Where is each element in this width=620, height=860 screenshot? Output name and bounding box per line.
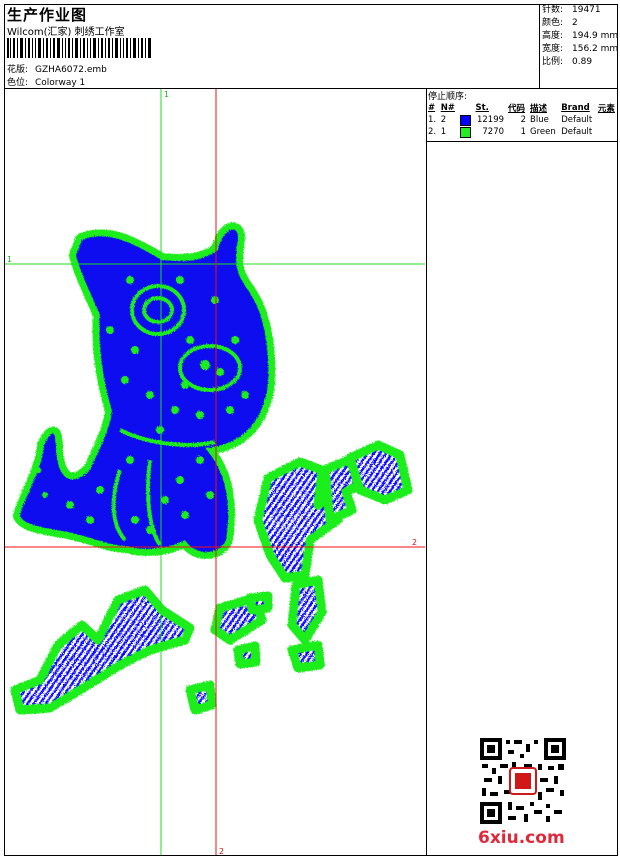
col-index: # — [428, 102, 436, 113]
design-file-row: 花版: GZHA6072.emb — [7, 62, 107, 75]
stat-width: 宽度: 156.2 mm — [542, 44, 619, 54]
stat-colors: 颜色: 2 — [542, 18, 578, 28]
watermark: 6xiu.com — [478, 828, 565, 848]
studio-name: Wilcom(汇家) 刺绣工作室 — [7, 27, 125, 38]
guide-label-h1: 1 — [7, 255, 12, 264]
color-swatch — [459, 114, 471, 126]
col-swatch — [458, 101, 474, 114]
guide-label-v1: 1 — [164, 90, 169, 99]
table-bottom-rule — [426, 141, 618, 142]
col-number: N# — [440, 102, 455, 113]
design-label: 花版: — [7, 65, 29, 75]
guide-label-h2: 2 — [412, 538, 417, 547]
colorway-name: Colorway 1 — [35, 78, 86, 88]
design-file: GZHA6072.emb — [35, 65, 107, 75]
side-divider — [426, 88, 427, 856]
col-stitches: St. — [475, 102, 489, 113]
stats-panel: 针数: 19471 颜色: 2 高度: 194.9 mm 宽度: 156.2 mm 比例… — [539, 4, 618, 88]
stop-sequence-table: # N# St. 代码 描述 Brand 元素 1. 2 12199 2 Blu… — [426, 101, 618, 138]
qr-code — [480, 738, 566, 824]
barcode — [7, 38, 151, 58]
sheet-title: 生产作业图 — [7, 6, 88, 24]
colorway-label: 色位: — [7, 78, 29, 88]
table-row: 2. 1 7270 1 Green Default — [428, 126, 593, 138]
stat-scale: 比例: 0.89 — [542, 57, 593, 67]
stat-height: 高度: 194.9 mm — [542, 31, 619, 41]
col-element: 元素 — [597, 103, 615, 114]
table-header-row: # N# St. 代码 描述 Brand 元素 — [426, 101, 618, 114]
col-desc: 描述 — [530, 103, 548, 114]
colorway-row: 色位: Colorway 1 — [7, 75, 85, 88]
embroidery-preview: 1 1 2 2 — [5, 89, 425, 855]
dog-figure — [13, 222, 276, 559]
col-code: 代码 — [508, 103, 526, 114]
guide-label-v2: 2 — [219, 847, 224, 855]
col-brand: Brand — [561, 102, 590, 113]
table-row: 1. 2 12199 2 Blue Default — [428, 114, 593, 126]
color-swatch — [459, 126, 471, 138]
stat-stitches: 针数: 19471 — [542, 5, 601, 15]
